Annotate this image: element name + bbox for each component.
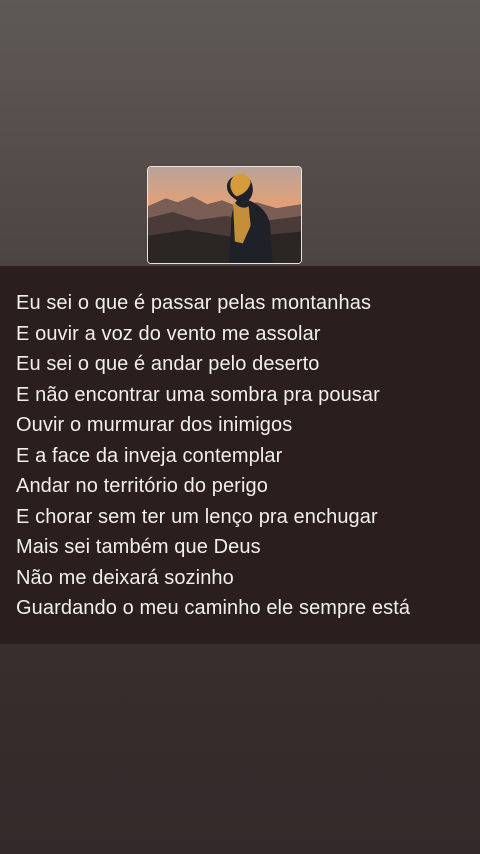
lyric-line: E a face da inveja contemplar xyxy=(16,444,283,467)
lyric-line: Mais sei também que Deus xyxy=(16,536,261,558)
lyric-line: E chorar sem ter um lenço pra enchugar xyxy=(16,505,378,528)
lyric-line: Eu sei o que é andar pelo deserto xyxy=(16,353,320,375)
lyrics-list: Eu sei o que é passar pelas montanhas E … xyxy=(0,266,480,624)
lyric-line: Ouvir o murmurar dos inimigos xyxy=(16,414,293,436)
lyric-line: Andar no território do perigo xyxy=(16,475,268,497)
hooded-person-mountains-photo xyxy=(148,167,301,263)
cover-image[interactable] xyxy=(147,166,302,264)
lyric-line: E não encontrar uma sombra pra pousar xyxy=(16,383,380,406)
lyric-line: Eu sei o que é passar pelas montanhas xyxy=(16,292,372,314)
lyric-line: E ouvir a voz do vento me assolar xyxy=(16,322,321,345)
lyric-line: Guardando o meu caminho ele sempre está xyxy=(16,597,411,619)
lyric-line: Não me deixará sozinho xyxy=(16,566,234,589)
lyrics-panel: Eu sei o que é passar pelas montanhas E … xyxy=(0,266,480,644)
